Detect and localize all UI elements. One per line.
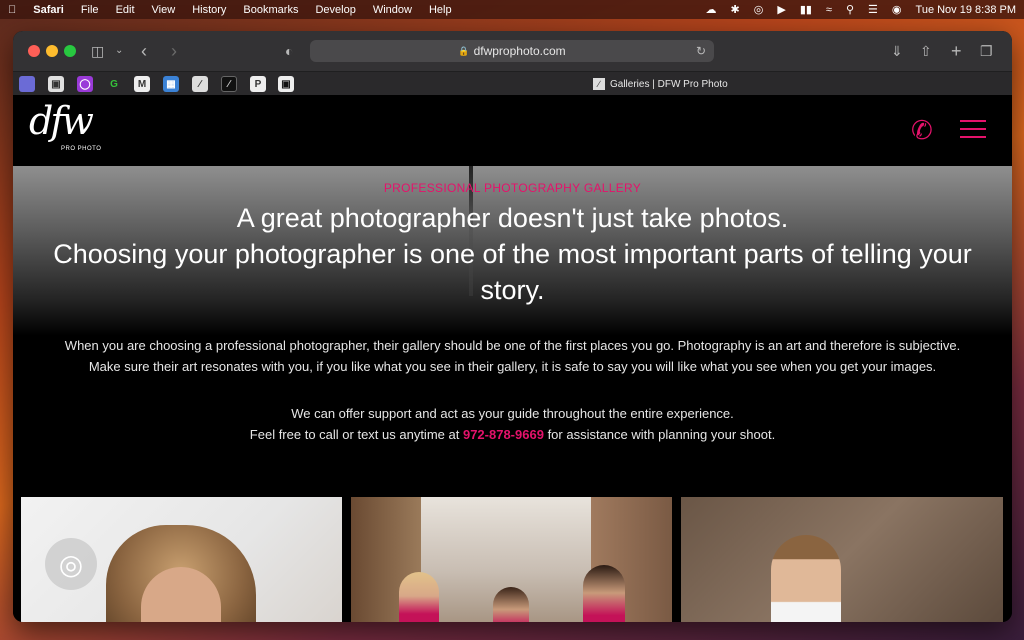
- menu-window[interactable]: Window: [373, 4, 412, 16]
- phone-link[interactable]: 972-878-9669: [463, 427, 544, 442]
- menu-bookmarks[interactable]: Bookmarks: [243, 4, 298, 16]
- airdrop-icon[interactable]: ◎: [754, 3, 764, 16]
- chevron-down-icon[interactable]: ⌄: [115, 41, 123, 61]
- bluetooth-icon[interactable]: ✱: [731, 3, 740, 16]
- bookmark-favicon-4-icon[interactable]: G: [106, 76, 122, 92]
- zoom-window-button[interactable]: [64, 45, 76, 57]
- bookmark-favicon-8-icon[interactable]: ∕: [221, 76, 237, 92]
- address-bar[interactable]: 🔒 dfwprophoto.com ↻: [310, 40, 714, 62]
- bookmark-favicon-6-icon[interactable]: ▦: [163, 76, 179, 92]
- site-logo-subtitle: PRO PHOTO: [61, 146, 102, 152]
- reload-icon[interactable]: ↻: [696, 44, 706, 58]
- share-icon[interactable]: ⇧: [920, 41, 932, 61]
- browser-window: ◫ ⌄ ‹ › ◐ 🔒 dfwprophoto.com ↻ ⇓ ⇧ + ❐ ▣ …: [13, 31, 1012, 622]
- bookmark-favicon-3-icon[interactable]: ◯: [77, 76, 93, 92]
- privacy-shield-icon[interactable]: ◐: [285, 41, 293, 61]
- tab-title: Galleries | DFW Pro Photo: [610, 78, 728, 90]
- browser-toolbar: ◫ ⌄ ‹ › ◐ 🔒 dfwprophoto.com ↻ ⇓ ⇧ + ❐: [13, 31, 1012, 71]
- intro-paragraph: When you are choosing a professional pho…: [13, 335, 1012, 377]
- menu-app-safari[interactable]: Safari: [33, 4, 64, 16]
- back-icon[interactable]: ‹: [141, 41, 147, 61]
- menu-view[interactable]: View: [152, 4, 176, 16]
- active-tab[interactable]: ∕ Galleries | DFW Pro Photo: [593, 72, 728, 96]
- menu-file[interactable]: File: [81, 4, 99, 16]
- battery-icon[interactable]: ▮▮: [800, 3, 812, 16]
- site-favicon-icon: ∕: [593, 78, 605, 90]
- web-page: dfw PRO PHOTO ✆ PROFESSIONAL PHOTOGRAPHY…: [13, 95, 1012, 622]
- hero-banner: PROFESSIONAL PHOTOGRAPHY GALLERY A great…: [13, 166, 1012, 336]
- phone-icon[interactable]: ✆: [911, 115, 941, 145]
- contact-suffix: for assistance with planning your shoot.: [547, 427, 776, 442]
- bookmark-favicon-7-icon[interactable]: ∕: [192, 76, 208, 92]
- hero-headline: A great photographer doesn't just take p…: [43, 200, 982, 308]
- site-header: dfw PRO PHOTO ✆: [13, 95, 1012, 166]
- person-2: [493, 587, 529, 622]
- gallery-eyebrow: PROFESSIONAL PHOTOGRAPHY GALLERY: [383, 181, 642, 195]
- menu-bar:  Safari File Edit View History Bookmark…: [0, 0, 1024, 19]
- fingerprint-icon[interactable]: ◎: [45, 538, 97, 590]
- control-center-icon[interactable]: ☰: [868, 3, 878, 16]
- headline-line-1: A great photographer doesn't just take p…: [236, 203, 789, 233]
- hamburger-menu-icon[interactable]: [960, 120, 986, 140]
- minimize-window-button[interactable]: [46, 45, 58, 57]
- contact-paragraph: We can offer support and act as your gui…: [13, 403, 1012, 445]
- forward-icon[interactable]: ›: [171, 41, 177, 61]
- tab-overview-icon[interactable]: ❐: [980, 41, 993, 61]
- lock-icon: 🔒: [458, 45, 470, 56]
- close-window-button[interactable]: [28, 45, 40, 57]
- play-icon[interactable]: ▶: [777, 3, 785, 16]
- bookmark-favicon-2-icon[interactable]: ▣: [48, 76, 64, 92]
- person-1: [399, 572, 439, 622]
- site-logo[interactable]: dfw: [29, 99, 94, 143]
- menu-history[interactable]: History: [192, 4, 226, 16]
- intro-line-2: Make sure their art resonates with you, …: [88, 359, 937, 374]
- tab-bar: ▣ ◯ G M ▦ ∕ ∕ P ▣ ∕ Galleries | DFW Pro …: [13, 71, 1012, 95]
- wifi-icon[interactable]: ≈: [826, 4, 832, 16]
- gallery-photo-3[interactable]: [681, 497, 1003, 622]
- menu-develop[interactable]: Develop: [315, 4, 355, 16]
- siri-icon[interactable]: ◉: [892, 3, 902, 16]
- contact-line-1: We can offer support and act as your gui…: [291, 406, 734, 421]
- bookmark-favicon-9-icon[interactable]: P: [250, 76, 266, 92]
- contact-line-2: Feel free to call or text us anytime at …: [13, 424, 1012, 445]
- contact-prefix: Feel free to call or text us anytime at: [249, 427, 460, 442]
- sidebar-icon[interactable]: ◫: [91, 41, 104, 61]
- menu-edit[interactable]: Edit: [116, 4, 135, 16]
- clock[interactable]: Tue Nov 19 8:38 PM: [916, 4, 1016, 16]
- gallery-photo-2[interactable]: [351, 497, 672, 622]
- downloads-icon[interactable]: ⇓: [891, 41, 903, 61]
- menu-help[interactable]: Help: [429, 4, 452, 16]
- person-3: [583, 565, 625, 622]
- apple-icon[interactable]: : [8, 4, 16, 16]
- address-text: dfwprophoto.com: [473, 44, 566, 58]
- intro-line-1: When you are choosing a professional pho…: [64, 338, 961, 353]
- creative-cloud-icon[interactable]: ☁: [706, 3, 717, 16]
- bookmark-favicon-5-icon[interactable]: M: [134, 76, 150, 92]
- portrait-man: [771, 535, 841, 622]
- bookmark-favicon-10-icon[interactable]: ▣: [278, 76, 294, 92]
- bookmark-favicon-1-icon[interactable]: [19, 76, 35, 92]
- new-tab-icon[interactable]: +: [951, 41, 962, 61]
- headline-line-2: Choosing your photographer is one of the…: [53, 239, 972, 305]
- search-icon[interactable]: ⚲: [846, 3, 854, 16]
